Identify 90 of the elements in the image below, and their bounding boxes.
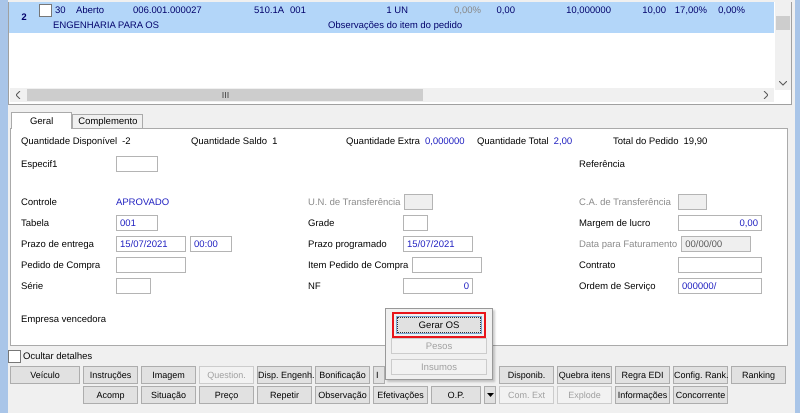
scroll-down-icon[interactable]	[779, 81, 787, 86]
table-cell-text: 0,00	[496, 5, 515, 16]
action-button[interactable]: Ranking	[731, 366, 786, 384]
action-button[interactable]: Preço	[199, 386, 254, 404]
field-label: Prazo programado	[308, 238, 388, 250]
field-label: Referência	[579, 158, 626, 170]
field-label: Quantidade Extra	[346, 136, 420, 149]
field-label: Quantidade Saldo	[191, 136, 268, 149]
table-cell-text: 10,000000	[565, 5, 611, 16]
action-button[interactable]: Quebra itens	[557, 366, 612, 384]
field-label: Pedido de Compra	[21, 260, 102, 270]
field-label: Série	[21, 280, 44, 292]
vertical-scrollbar[interactable]	[775, 2, 791, 90]
table-cell-text: 30	[55, 5, 67, 16]
field-label: Prazo de entrega	[21, 238, 95, 250]
field-value: 19,90	[684, 136, 708, 149]
row-number: 2	[20, 11, 28, 23]
field-label: Contrato	[579, 260, 616, 270]
table-cell-text: 1 UN	[385, 5, 408, 16]
field-label: Margem de lucro	[579, 218, 652, 228]
action-button[interactable]: Acomp	[83, 386, 138, 404]
table-cell-text: Aberto	[76, 5, 105, 16]
field-value: APROVADO	[116, 196, 170, 208]
field-label: Especif1	[21, 158, 58, 170]
action-button[interactable]: Concorrente	[673, 386, 728, 404]
action-button[interactable]: Veículo	[10, 366, 80, 384]
field-label: Quantidade Total	[477, 136, 549, 149]
input-field[interactable]	[116, 257, 186, 273]
action-button[interactable]: Informações	[615, 386, 670, 404]
action-button[interactable]: Efetivações	[373, 386, 428, 404]
action-button[interactable]: I	[373, 366, 385, 384]
action-button[interactable]: Regra EDI	[615, 366, 670, 384]
field-label: U.N. de Transferência	[308, 196, 400, 208]
input-field[interactable]: 0	[403, 278, 473, 294]
dropdown-button[interactable]	[484, 386, 496, 404]
row-checkbox[interactable]	[39, 4, 52, 17]
table-cell-text: 006.001.000027	[133, 5, 203, 16]
input-field[interactable]	[678, 257, 762, 273]
table-cell: Observações do item do pedido	[328, 20, 462, 31]
field-label: C.A. de Transferência	[579, 196, 672, 208]
action-button[interactable]: O.P.	[431, 386, 481, 404]
input-field[interactable]: 001	[116, 215, 158, 231]
table-cell-text: 001	[290, 5, 307, 16]
table-cell-text: 0,00%	[717, 5, 745, 16]
action-button[interactable]: Disponib.	[499, 366, 554, 384]
table-cell-text: 510.1A	[254, 5, 286, 16]
action-button[interactable]: Bonificação	[315, 366, 370, 384]
input-field[interactable]	[116, 156, 158, 172]
input-field[interactable]	[116, 278, 151, 294]
table-cell-text: 17,00%	[674, 5, 707, 16]
field-value: 2,00	[554, 136, 572, 149]
action-button[interactable]: Situação	[141, 386, 196, 404]
input-field[interactable]	[403, 215, 428, 231]
field-label: Controle	[21, 196, 58, 208]
input-field[interactable]: 000000/	[678, 278, 762, 294]
input-field[interactable]: 00:00	[190, 236, 232, 252]
action-button[interactable]: Observação	[315, 386, 370, 404]
table-cell-text: 0,00%	[453, 5, 481, 16]
field-value: -2	[122, 136, 131, 149]
field-label: Grade	[308, 218, 336, 228]
grid-row[interactable]: 2 30 Aberto 006.001.000027 510.1A 001 1 UN 0,00% 0,00 10,000000 10,00 17,00% 0,00% ENGENHARIA PARA OS Observações do item do pedido	[9, 2, 774, 33]
tab[interactable]: Geral	[11, 112, 72, 129]
caret-icon	[486, 393, 494, 397]
scroll-left-icon[interactable]	[16, 91, 21, 99]
field-value: 0,000000	[424, 136, 465, 149]
field-label: Empresa vencedora	[21, 314, 108, 324]
input-field[interactable]: 0,00	[678, 215, 762, 231]
input-field[interactable]	[412, 257, 482, 273]
scroll-thumb[interactable]	[776, 16, 790, 30]
input-field[interactable]: 15/07/2021	[403, 236, 473, 252]
field-label: Ordem de Serviço	[579, 280, 657, 292]
action-button[interactable]: Disp. Engenh.	[257, 366, 312, 384]
action-button[interactable]: Imagem	[141, 366, 196, 384]
action-button[interactable]: Repetir	[257, 386, 312, 404]
input-field[interactable]: 15/07/2021	[116, 236, 186, 252]
field-label: Total do Pedido	[613, 136, 678, 149]
table-cell: ENGENHARIA PARA OS	[53, 20, 159, 31]
field-label: Item Pedido de Compra	[308, 260, 408, 270]
tab[interactable]: Complemento	[72, 114, 144, 128]
horizontal-scrollbar[interactable]	[10, 88, 774, 102]
grip-icon	[222, 92, 228, 98]
table-cell-text: 10,00	[641, 5, 666, 16]
scroll-right-icon[interactable]	[763, 91, 768, 99]
action-button[interactable]: Config. Rank.	[673, 366, 728, 384]
action-button[interactable]: Instruções	[83, 366, 138, 384]
field-label: Tabela	[21, 218, 50, 228]
field-label: NF	[308, 280, 322, 292]
field-label: Quantidade Disponível	[21, 136, 118, 149]
field-value: 1	[272, 136, 278, 149]
field-label: Data para Faturamento	[579, 238, 678, 250]
